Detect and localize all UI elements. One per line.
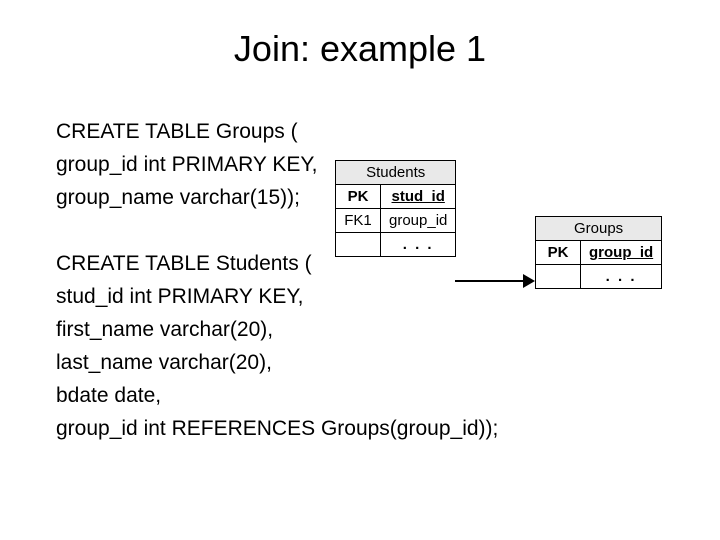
entity-header: Groups: [536, 217, 662, 241]
sql-line: stud_id int PRIMARY KEY,: [56, 280, 498, 313]
key-cell: PK: [336, 185, 381, 209]
slide-title: Join: example 1: [0, 28, 720, 70]
sql-line: last_name varchar(20),: [56, 346, 498, 379]
key-cell: FK1: [336, 209, 381, 233]
entity-groups: Groups PK group_id . . .: [535, 216, 662, 289]
ellipsis-cell: . . .: [581, 265, 662, 289]
col-cell: group_id: [581, 241, 662, 265]
col-cell: stud_id: [381, 185, 456, 209]
fk-arrow: [455, 274, 535, 288]
sql-line: CREATE TABLE Groups (: [56, 115, 498, 148]
sql-line: group_id int REFERENCES Groups(group_id)…: [56, 412, 498, 445]
col-cell: group_id: [381, 209, 456, 233]
entity-students: Students PK stud_id FK1 group_id . . .: [335, 160, 456, 257]
sql-line: first_name varchar(20),: [56, 313, 498, 346]
arrow-shaft: [455, 280, 525, 282]
key-cell: [336, 233, 381, 257]
key-cell: PK: [536, 241, 581, 265]
slide: Join: example 1 CREATE TABLE Groups ( gr…: [0, 0, 720, 540]
entity-header: Students: [336, 161, 456, 185]
arrow-head-icon: [523, 274, 535, 288]
ellipsis-cell: . . .: [381, 233, 456, 257]
sql-line: bdate date,: [56, 379, 498, 412]
key-cell: [536, 265, 581, 289]
